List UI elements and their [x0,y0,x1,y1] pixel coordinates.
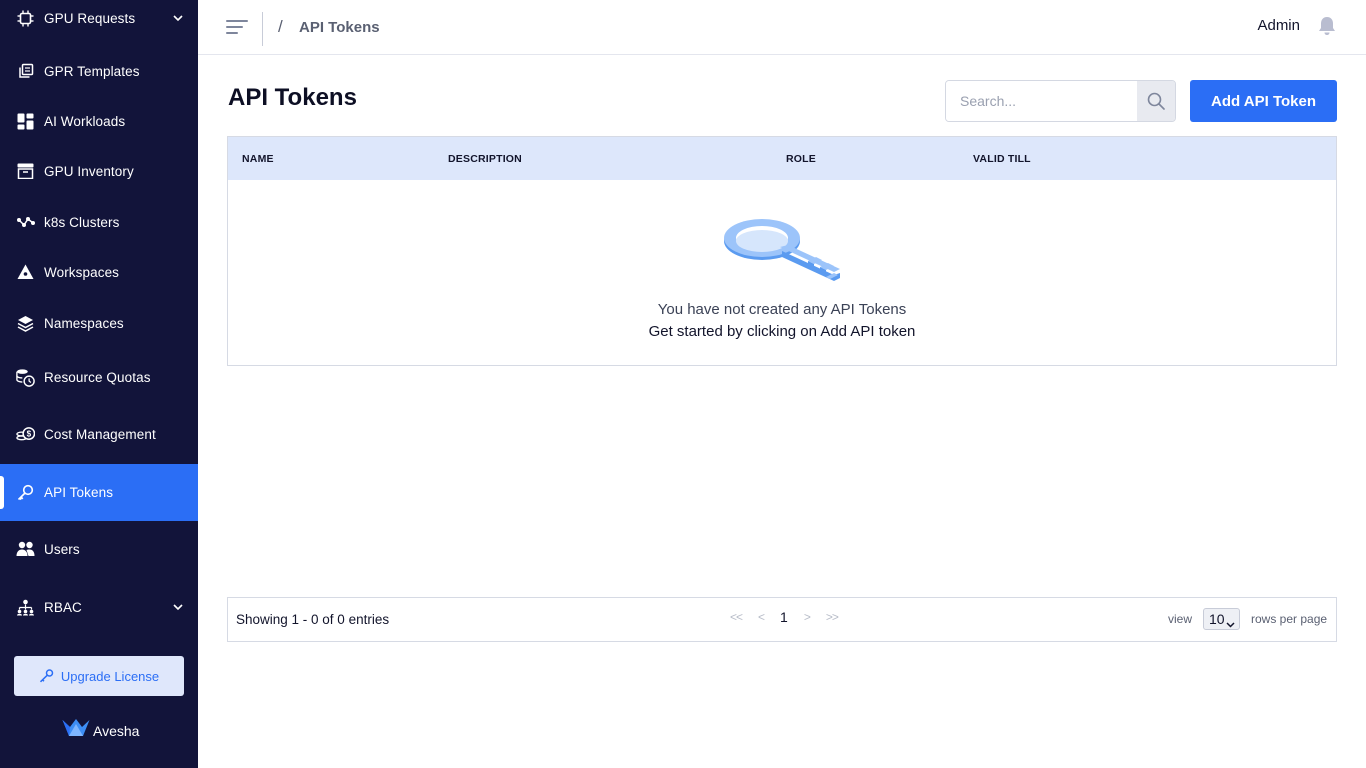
column-header-valid-till[interactable]: VALID TILL [973,153,1031,165]
chevron-down-icon[interactable] [172,601,184,613]
users-icon [16,540,35,559]
sidebar-item-resource-quotas[interactable]: Resource Quotas [0,354,198,400]
sidebar-item-label: Cost Management [44,426,156,442]
grid-icon [16,112,35,131]
header-divider [262,12,263,46]
sidebar-item-label: Resource Quotas [44,369,151,385]
brand-name: Avesha [93,722,140,739]
sidebar-item-label: AI Workloads [44,113,126,129]
avesha-crown-icon [62,718,90,743]
layers-icon [16,314,35,333]
rows-per-page-value: 10 [1209,611,1225,627]
next-page-button[interactable]: > [796,610,818,624]
chip-icon [16,9,35,28]
cluster-nodes-icon [16,213,35,232]
cost-coins-icon: $ [16,425,35,444]
search-button[interactable] [1137,81,1175,121]
quota-clock-icon [16,368,35,387]
sidebar-item-rbac[interactable]: RBAC [0,584,198,630]
svg-text:$: $ [27,429,32,438]
breadcrumb: API Tokens [299,19,380,36]
rows-per-page-select[interactable]: 10 [1203,608,1240,630]
sidebar-item-api-tokens[interactable]: API Tokens [0,464,198,521]
sidebar-item-label: GPR Templates [44,63,140,79]
key-icon [39,669,54,683]
top-bar: / API Tokens Admin [198,0,1366,55]
bell-icon[interactable] [1318,16,1338,38]
sidebar-item-workspaces[interactable]: Workspaces [0,249,198,295]
empty-state-hint: Get started by clicking on Add API token [648,323,916,340]
search-input[interactable] [946,81,1137,121]
sidebar-item-cost-management[interactable]: $ Cost Management [0,411,198,457]
add-api-token-button[interactable]: Add API Token [1190,80,1337,122]
column-header-description[interactable]: DESCRIPTION [448,153,522,165]
api-tokens-table: NAME DESCRIPTION ROLE VALID TILL You hav… [227,136,1337,366]
sidebar-item-namespaces[interactable]: Namespaces [0,300,198,346]
workspace-icon [16,263,35,282]
chevron-down-icon [1226,615,1235,631]
upgrade-license-button[interactable]: Upgrade License [14,656,184,696]
inventory-box-icon [16,162,35,181]
key-icon [16,483,35,502]
sidebar-item-users[interactable]: Users [0,526,198,572]
user-name[interactable]: Admin [1257,17,1300,34]
view-label: view [1168,612,1193,626]
sidebar-item-label: GPU Inventory [44,163,134,179]
pagination-bar: Showing 1 - 0 of 0 entries << < 1 > >> v… [227,597,1337,642]
sidebar-item-label: GPU Requests [44,10,136,26]
sidebar-item-label: API Tokens [44,485,114,500]
page-title: API Tokens [228,84,357,111]
rows-per-page-label: rows per page [1251,612,1328,626]
current-page[interactable]: 1 [772,609,796,625]
sidebar-item-k8s-clusters[interactable]: k8s Clusters [0,199,198,245]
upgrade-license-label: Upgrade License [60,668,160,684]
search-icon [1147,92,1165,110]
menu-toggle-button[interactable] [226,18,248,38]
sidebar-item-ai-workloads[interactable]: AI Workloads [0,98,198,144]
sidebar-item-label: Users [44,541,80,557]
sidebar-item-gpr-templates[interactable]: GPR Templates [0,48,198,94]
empty-state-title: You have not created any API Tokens [657,301,907,318]
menu-lines-icon [226,20,248,34]
search-box [945,80,1176,122]
sidebar-item-label: RBAC [44,599,82,615]
entries-count: Showing 1 - 0 of 0 entries [236,612,390,627]
sidebar: GPU Requests GPR Templates AI Workloads … [0,0,198,768]
breadcrumb-separator: / [278,17,283,36]
template-icon [16,62,35,81]
column-header-role[interactable]: ROLE [786,153,816,165]
sidebar-item-gpu-requests[interactable]: GPU Requests [0,0,198,41]
first-page-button[interactable]: << [722,610,750,624]
last-page-button[interactable]: >> [818,610,846,624]
chevron-down-icon[interactable] [172,12,184,24]
rbac-icon [16,598,35,617]
sidebar-item-label: Namespaces [44,315,124,331]
brand-logo: Avesha [62,718,139,743]
sidebar-item-label: Workspaces [44,264,120,280]
column-header-name[interactable]: NAME [242,153,274,165]
table-header: NAME DESCRIPTION ROLE VALID TILL [228,137,1336,180]
prev-page-button[interactable]: < [750,610,772,624]
empty-key-illustration [722,217,846,298]
sidebar-item-gpu-inventory[interactable]: GPU Inventory [0,148,198,194]
sidebar-item-label: k8s Clusters [44,214,120,230]
pager: << < 1 > >> [722,609,846,625]
